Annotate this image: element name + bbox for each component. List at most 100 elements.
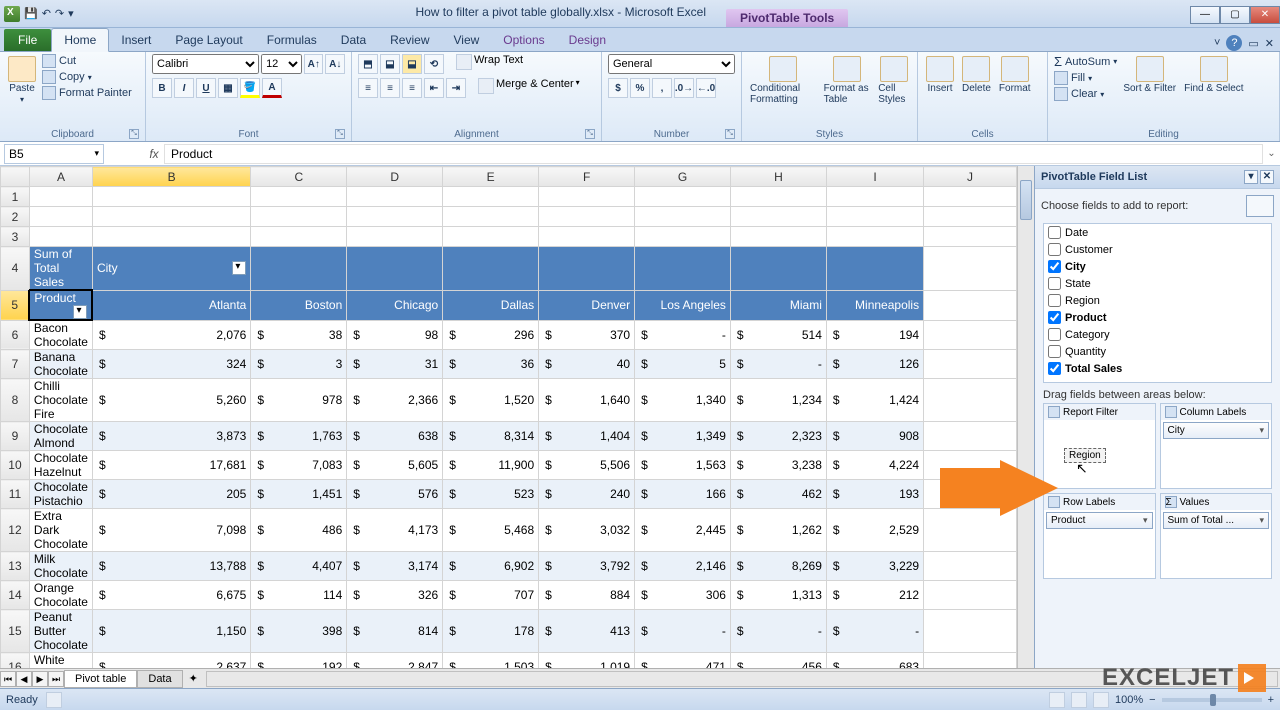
row-header-4[interactable]: 4 xyxy=(1,247,30,291)
row-header-9[interactable]: 9 xyxy=(1,422,30,451)
row-header-3[interactable]: 3 xyxy=(1,227,30,247)
qat-undo-icon[interactable]: ↶ xyxy=(42,7,51,20)
qat-redo-icon[interactable]: ↷ xyxy=(55,7,64,20)
vertical-scrollbar[interactable] xyxy=(1017,166,1034,668)
delete-cells-button[interactable]: Delete xyxy=(960,54,993,96)
align-bottom-icon[interactable]: ⬓ xyxy=(402,54,422,74)
field-checkbox[interactable] xyxy=(1048,345,1061,358)
increase-decimal-icon[interactable]: .0→ xyxy=(674,78,694,98)
format-painter-button[interactable]: Format Painter xyxy=(42,86,132,100)
field-checkbox[interactable] xyxy=(1048,311,1061,324)
field-checkbox[interactable] xyxy=(1048,226,1061,239)
empty-cell[interactable] xyxy=(826,207,923,227)
empty-cell[interactable] xyxy=(251,227,347,247)
row-header-13[interactable]: 13 xyxy=(1,552,30,581)
zoom-in-icon[interactable]: + xyxy=(1268,694,1274,706)
pivot-rowfield-cell[interactable]: Product xyxy=(29,290,92,320)
align-center-icon[interactable]: ≡ xyxy=(380,78,400,98)
percent-icon[interactable]: % xyxy=(630,78,650,98)
row-header-10[interactable]: 10 xyxy=(1,451,30,480)
comma-icon[interactable]: , xyxy=(652,78,672,98)
chip-sum-total[interactable]: Sum of Total ... xyxy=(1163,512,1270,529)
view-pagebreak-icon[interactable] xyxy=(1093,692,1109,708)
empty-cell[interactable] xyxy=(251,207,347,227)
field-checkbox[interactable] xyxy=(1048,294,1061,307)
field-checkbox[interactable] xyxy=(1048,362,1061,375)
row-header-2[interactable]: 2 xyxy=(1,207,30,227)
chip-city[interactable]: City xyxy=(1163,422,1270,439)
format-cells-button[interactable]: Format xyxy=(997,54,1033,96)
align-middle-icon[interactable]: ⬓ xyxy=(380,54,400,74)
col-header-G[interactable]: G xyxy=(635,167,731,187)
conditional-formatting-button[interactable]: Conditional Formatting xyxy=(748,54,818,107)
col-header-H[interactable]: H xyxy=(730,167,826,187)
empty-cell[interactable] xyxy=(635,207,731,227)
tab-formulas[interactable]: Formulas xyxy=(255,29,329,51)
decrease-indent-icon[interactable]: ⇤ xyxy=(424,78,444,98)
autosum-button[interactable]: ΣAutoSum▾ xyxy=(1054,54,1117,69)
row-header-12[interactable]: 12 xyxy=(1,509,30,552)
field-date[interactable]: Date xyxy=(1044,224,1271,241)
new-sheet-icon[interactable]: ✦ xyxy=(183,672,204,685)
tab-design[interactable]: Design xyxy=(557,29,618,51)
field-city[interactable]: City xyxy=(1044,258,1271,275)
field-checkbox[interactable] xyxy=(1048,328,1061,341)
field-state[interactable]: State xyxy=(1044,275,1271,292)
empty-cell[interactable] xyxy=(730,187,826,207)
empty-cell[interactable] xyxy=(826,187,923,207)
field-checkbox[interactable] xyxy=(1048,277,1061,290)
empty-cell[interactable] xyxy=(29,207,92,227)
col-header-D[interactable]: D xyxy=(347,167,443,187)
empty-cell[interactable] xyxy=(29,227,92,247)
formula-bar[interactable]: Product xyxy=(164,144,1263,164)
field-quantity[interactable]: Quantity xyxy=(1044,343,1271,360)
font-color-button[interactable]: A xyxy=(262,78,282,98)
empty-cell[interactable] xyxy=(924,207,1017,227)
row-header-15[interactable]: 15 xyxy=(1,610,30,653)
align-right-icon[interactable]: ≡ xyxy=(402,78,422,98)
macro-record-icon[interactable] xyxy=(46,692,62,708)
empty-cell[interactable] xyxy=(730,207,826,227)
font-name-select[interactable]: Calibri xyxy=(152,54,259,74)
empty-cell[interactable] xyxy=(251,187,347,207)
fill-button[interactable]: Fill▾ xyxy=(1054,71,1117,85)
tab-insert[interactable]: Insert xyxy=(109,29,163,51)
orientation-icon[interactable]: ⟲ xyxy=(424,54,444,74)
minimize-ribbon-icon[interactable]: ˅ xyxy=(1214,37,1220,49)
chip-product[interactable]: Product xyxy=(1046,512,1153,529)
font-size-select[interactable]: 12 xyxy=(261,54,302,74)
workbook-close-icon[interactable]: ✕ xyxy=(1265,37,1274,50)
empty-cell[interactable] xyxy=(92,227,250,247)
row-header-16[interactable]: 16 xyxy=(1,653,30,669)
name-box[interactable]: B5▾ xyxy=(4,144,104,164)
bold-button[interactable]: B xyxy=(152,78,172,98)
field-region[interactable]: Region xyxy=(1044,292,1271,309)
tab-nav-last-icon[interactable]: ⏭ xyxy=(48,671,64,687)
empty-cell[interactable] xyxy=(924,227,1017,247)
wrap-text-button[interactable]: Wrap Text xyxy=(474,54,523,74)
fieldlist-options-icon[interactable]: ▾ xyxy=(1244,170,1258,184)
tab-data[interactable]: Data xyxy=(329,29,378,51)
empty-cell[interactable] xyxy=(29,187,92,207)
fill-color-button[interactable]: 🪣 xyxy=(240,78,260,98)
area-column-labels[interactable]: Column Labels City xyxy=(1160,403,1273,489)
zoom-out-icon[interactable]: − xyxy=(1149,694,1155,706)
fieldlist-close-icon[interactable]: ✕ xyxy=(1260,170,1274,184)
insert-cells-button[interactable]: Insert xyxy=(924,54,956,96)
border-button[interactable]: ▦ xyxy=(218,78,238,98)
qat-save-icon[interactable]: 💾 xyxy=(24,7,38,20)
cut-button[interactable]: Cut xyxy=(42,54,132,68)
field-checkbox[interactable] xyxy=(1048,243,1061,256)
field-customer[interactable]: Customer xyxy=(1044,241,1271,258)
row-header-7[interactable]: 7 xyxy=(1,350,30,379)
sort-filter-button[interactable]: Sort & Filter xyxy=(1121,54,1178,96)
find-select-button[interactable]: Find & Select xyxy=(1182,54,1245,96)
empty-cell[interactable] xyxy=(347,187,443,207)
col-header-E[interactable]: E xyxy=(443,167,539,187)
area-report-filter[interactable]: Report Filter Region ↖ xyxy=(1043,403,1156,489)
number-format-select[interactable]: General xyxy=(608,54,735,74)
empty-cell[interactable] xyxy=(635,227,731,247)
pivot-colfield-cell[interactable]: City xyxy=(92,247,250,291)
close-button[interactable]: ✕ xyxy=(1250,6,1280,24)
row-header-14[interactable]: 14 xyxy=(1,581,30,610)
